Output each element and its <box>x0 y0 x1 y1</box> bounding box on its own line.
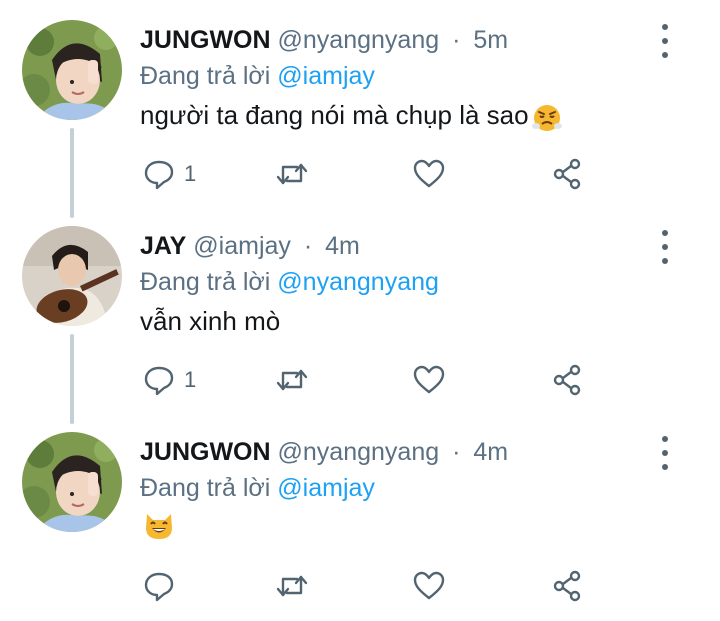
display-name[interactable]: JUNGWON <box>140 438 271 466</box>
retweet-button[interactable] <box>275 154 309 194</box>
reply-icon <box>144 160 174 190</box>
display-name[interactable]: JAY <box>140 232 186 260</box>
share-button[interactable] <box>550 154 584 194</box>
user-handle[interactable]: @nyangnyang <box>278 26 440 54</box>
retweet-icon <box>276 163 308 185</box>
user-handle[interactable]: @iamjay <box>193 232 291 260</box>
more-options-icon[interactable] <box>650 436 680 470</box>
reply-count: 1 <box>184 367 197 392</box>
reply-icon <box>144 572 174 602</box>
avatar[interactable] <box>22 226 122 326</box>
user-handle[interactable]: @nyangnyang <box>278 438 440 466</box>
timestamp[interactable]: 5m <box>473 26 508 54</box>
like-button[interactable] <box>412 154 446 194</box>
retweet-button[interactable] <box>275 360 309 400</box>
separator-dot: · <box>452 438 461 466</box>
reply-thread: JUNGWON @nyangnyang · 5m Đang trả lời @i… <box>0 0 720 621</box>
mention-link[interactable]: @iamjay <box>277 474 375 502</box>
tweet-actions <box>0 566 720 606</box>
share-button[interactable] <box>550 566 584 606</box>
replying-to: Đang trả lời @nyangnyang <box>140 266 439 298</box>
retweet-button[interactable] <box>275 566 309 606</box>
retweet-icon <box>276 575 308 597</box>
like-button[interactable] <box>412 360 446 400</box>
replying-to: Đang trả lời @iamjay <box>140 60 375 92</box>
tweet-text: vẫn xinh mò <box>140 304 280 338</box>
share-icon <box>553 364 581 396</box>
tweet-actions: 1 <box>0 154 720 194</box>
share-icon <box>553 158 581 190</box>
reply-count: 1 <box>184 161 197 186</box>
replying-prefix: Đang trả lời <box>140 474 271 502</box>
tweet[interactable]: JAY @iamjay · 4m Đang trả lời @nyangnyan… <box>0 206 720 412</box>
like-icon <box>413 159 445 188</box>
reply-button[interactable]: 1 <box>142 154 196 194</box>
tweet[interactable]: JUNGWON @nyangnyang · 5m Đang trả lời @i… <box>0 0 720 206</box>
share-button[interactable] <box>550 360 584 400</box>
more-options-icon[interactable] <box>650 230 680 264</box>
replying-prefix: Đang trả lời <box>140 62 271 90</box>
share-icon <box>553 570 581 602</box>
like-icon <box>413 365 445 394</box>
tweet-actions: 1 <box>0 360 720 400</box>
like-button[interactable] <box>412 566 446 606</box>
tweet-header: JUNGWON @nyangnyang · 4m <box>140 436 508 468</box>
replying-prefix: Đang trả lời <box>140 268 271 296</box>
mention-link[interactable]: @iamjay <box>277 62 375 90</box>
more-options-icon[interactable] <box>650 24 680 58</box>
reply-icon <box>144 366 174 396</box>
tweet-text: người ta đang nói mà chụp là sao <box>140 98 563 133</box>
tweet[interactable]: JUNGWON @nyangnyang · 4m Đang trả lời @i… <box>0 412 720 618</box>
timestamp[interactable]: 4m <box>473 438 508 466</box>
avatar[interactable] <box>22 20 122 120</box>
separator-dot: · <box>303 232 313 260</box>
reply-button[interactable] <box>142 566 184 606</box>
mention-link[interactable]: @nyangnyang <box>277 268 439 296</box>
steam-face-emoji <box>531 101 563 133</box>
retweet-icon <box>276 369 308 391</box>
avatar[interactable] <box>22 432 122 532</box>
replying-to: Đang trả lời @iamjay <box>140 472 375 504</box>
tweet-text-content: người ta đang nói mà chụp là sao <box>140 100 529 130</box>
timestamp[interactable]: 4m <box>325 232 360 260</box>
tweet-header: JUNGWON @nyangnyang · 5m <box>140 24 508 56</box>
like-icon <box>413 571 445 600</box>
grinning-cat-emoji <box>142 508 176 542</box>
reply-button[interactable]: 1 <box>142 360 196 400</box>
tweet-header: JAY @iamjay · 4m <box>140 230 360 262</box>
tweet-text-content: vẫn xinh mò <box>140 306 281 336</box>
display-name[interactable]: JUNGWON <box>140 26 271 54</box>
separator-dot: · <box>452 26 461 54</box>
